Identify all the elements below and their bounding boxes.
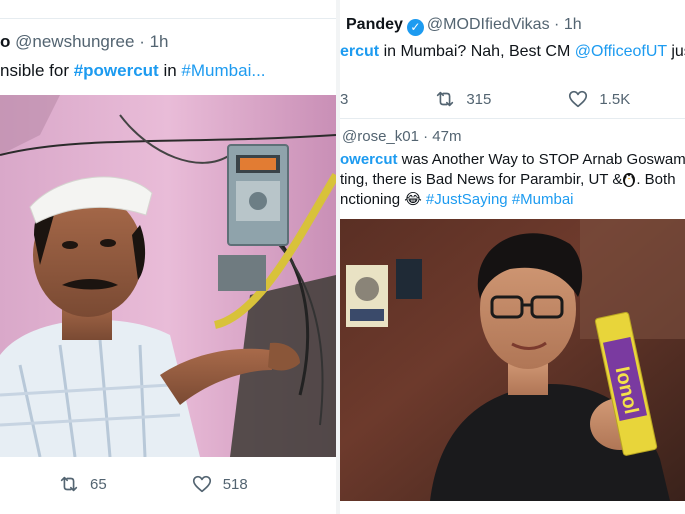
tweet-actions: 65 518 — [58, 473, 248, 495]
author-handle[interactable]: @newshungree — [15, 32, 134, 51]
mention-officeofut[interactable]: @OfficeofUT — [575, 43, 667, 60]
tweet-text-line3: nctioning 😂 #JustSaying #Mumbai — [340, 191, 574, 208]
like-count: 518 — [222, 475, 248, 493]
tweet-time[interactable]: 47m — [432, 128, 461, 145]
photo-man-electric-meter — [0, 95, 336, 457]
hashtag-mumbai[interactable]: #Mumbai... — [181, 61, 265, 80]
author-name[interactable]: Pandey — [346, 16, 403, 33]
laughing-emoji-icon: 😂 — [404, 191, 422, 208]
hashtag-mumbai[interactable]: #Mumbai — [512, 191, 574, 208]
hashtag-powercut[interactable]: owercut — [340, 151, 398, 168]
tweet-actions: 3 315 1.5K — [340, 88, 630, 110]
verified-badge-icon: ✓ — [406, 19, 424, 36]
retweet-count: 315 — [466, 90, 492, 108]
retweet-icon — [60, 476, 78, 492]
tweet-header: @rose_k01 · 47m — [342, 128, 462, 145]
retweet-count: 65 — [90, 475, 107, 493]
like-count: 1.5K — [599, 90, 631, 108]
heart-icon — [569, 90, 588, 108]
tweet-header: Pandey ✓ @MODIfiedVikas · 1h — [346, 16, 582, 36]
retweet-icon — [437, 91, 454, 107]
reply-button[interactable]: 3 — [340, 91, 348, 108]
hashtag-justsaying[interactable]: #JustSaying — [426, 191, 508, 208]
tweet-photo[interactable] — [0, 95, 336, 457]
photo-man-holding-product — [340, 219, 685, 501]
author-handle[interactable]: @rose_k01 — [342, 128, 419, 145]
tweet-time[interactable]: 1h — [564, 16, 582, 33]
heart-icon — [192, 475, 211, 493]
retweet-button[interactable]: 65 — [58, 473, 107, 495]
tweet-text-line2: ting, there is Bad News for Parambir, UT… — [340, 171, 676, 188]
retweet-button[interactable]: 315 — [434, 88, 491, 110]
hashtag-powercut[interactable]: ercut — [340, 43, 379, 60]
like-button[interactable]: 1.5K — [567, 88, 630, 110]
reply-count: 3 — [340, 90, 349, 108]
like-button[interactable]: 518 — [191, 473, 248, 495]
tweet-photo[interactable]: Ionol — [340, 219, 685, 501]
hashtag-powercut[interactable]: #powercut — [74, 61, 159, 80]
tweet-header: o @newshungree · 1h — [0, 32, 169, 51]
right-tweets-column: Pandey ✓ @MODIfiedVikas · 1h ercut in Mumb… — [340, 0, 685, 514]
tweet-text: nsible for #powercut in #Mumbai... — [0, 61, 266, 80]
tweet-separator — [340, 118, 685, 119]
left-tweet-card[interactable]: o @newshungree · 1h nsible for #powercut… — [0, 0, 336, 514]
author-name[interactable]: o — [0, 32, 10, 51]
author-handle[interactable]: @MODIfiedVikas — [427, 16, 550, 33]
penguin-emoji-icon — [622, 171, 636, 187]
top-separator — [0, 18, 336, 19]
tweet-text-line1: owercut was Another Way to STOP Arnab Go… — [340, 151, 685, 168]
tweet-text: ercut in Mumbai? Nah, Best CM @OfficeofU… — [340, 43, 685, 60]
tweet-time[interactable]: 1h — [150, 32, 169, 51]
